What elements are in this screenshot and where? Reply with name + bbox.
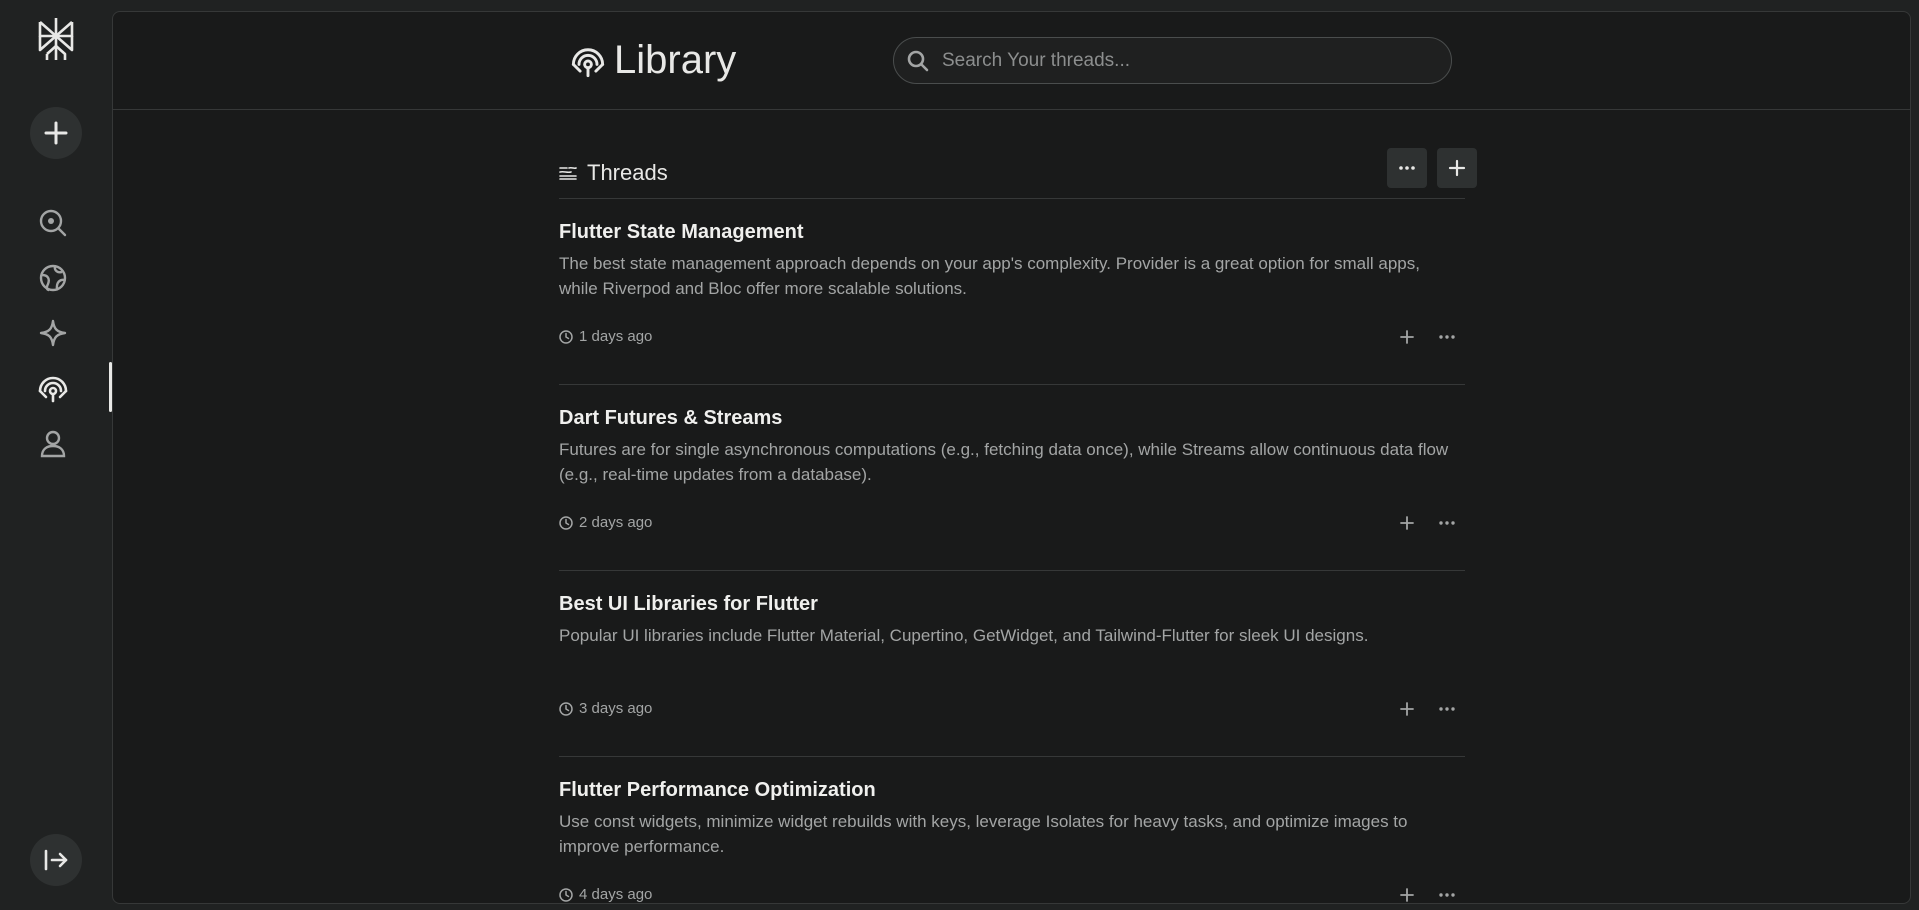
thread-add-button[interactable] [1393, 881, 1421, 903]
logo-icon[interactable] [33, 16, 79, 62]
thread-add-button[interactable] [1393, 695, 1421, 723]
thread-title[interactable]: Flutter Performance Optimization [559, 779, 876, 802]
threads-title: Threads [587, 160, 668, 185]
more-icon [1439, 893, 1455, 897]
more-icon [1439, 707, 1455, 711]
thread-timestamp: 2 days ago [559, 514, 652, 531]
search-icon [39, 209, 67, 237]
collapse-icon [44, 849, 68, 871]
threads-more-button[interactable] [1387, 148, 1427, 188]
nav-library[interactable] [37, 372, 69, 404]
search-input[interactable] [942, 49, 1422, 72]
thread-title[interactable]: Best UI Libraries for Flutter [559, 593, 818, 616]
thread-timestamp: 1 days ago [559, 328, 652, 345]
user-icon [40, 430, 66, 458]
thread-more-button[interactable] [1433, 695, 1461, 723]
thread-time-text: 3 days ago [579, 700, 653, 717]
top-bar: Library [113, 12, 1910, 110]
plus-icon [1400, 330, 1414, 344]
thread-time-text: 4 days ago [579, 886, 653, 903]
thread-time-text: 1 days ago [579, 328, 653, 345]
collapse-sidebar-button[interactable] [30, 834, 82, 886]
clock-icon [559, 701, 573, 716]
globe-icon [39, 264, 67, 292]
new-thread-button[interactable] [30, 107, 82, 159]
thread-item[interactable]: Dart Futures & Streams Futures are for s… [559, 385, 1465, 571]
clock-icon [559, 329, 573, 344]
library-icon [571, 47, 605, 77]
plus-icon [1400, 888, 1414, 902]
plus-icon [1400, 702, 1414, 716]
threads-add-button[interactable] [1437, 148, 1477, 188]
nav-profile[interactable] [37, 427, 69, 459]
threads-icon [559, 166, 577, 180]
thread-title[interactable]: Flutter State Management [559, 221, 803, 244]
library-icon [38, 376, 68, 403]
thread-timestamp: 3 days ago [559, 700, 652, 717]
sparkle-icon [39, 319, 67, 347]
sidebar [0, 0, 112, 910]
main-panel: Library Threads Flutter State [112, 11, 1911, 904]
thread-add-button[interactable] [1393, 509, 1421, 537]
search-icon [907, 50, 929, 71]
more-icon [1399, 166, 1415, 170]
thread-snippet: The best state management approach depen… [559, 254, 1420, 298]
page-title: Library [614, 38, 737, 82]
threads-header: Threads [559, 148, 1477, 199]
thread-title[interactable]: Dart Futures & Streams [559, 407, 782, 430]
nav-search[interactable] [37, 207, 69, 239]
more-icon [1439, 521, 1455, 525]
plus-icon [44, 121, 68, 145]
thread-more-button[interactable] [1433, 509, 1461, 537]
plus-icon [1400, 516, 1414, 530]
thread-snippet: Use const widgets, minimize widget rebui… [559, 812, 1408, 856]
thread-more-button[interactable] [1433, 323, 1461, 351]
thread-snippet: Popular UI libraries include Flutter Mat… [559, 626, 1369, 645]
nav-discover[interactable] [37, 262, 69, 294]
clock-icon [559, 515, 573, 530]
clock-icon [559, 887, 573, 902]
thread-add-button[interactable] [1393, 323, 1421, 351]
nav-spaces[interactable] [37, 317, 69, 349]
thread-item[interactable]: Best UI Libraries for Flutter Popular UI… [559, 571, 1465, 757]
more-icon [1439, 335, 1455, 339]
thread-more-button[interactable] [1433, 881, 1461, 903]
plus-icon [1448, 159, 1466, 177]
thread-time-text: 2 days ago [579, 514, 653, 531]
thread-item[interactable]: Flutter State Management The best state … [559, 199, 1465, 385]
search-box[interactable] [893, 37, 1452, 84]
thread-timestamp: 4 days ago [559, 886, 652, 903]
thread-item[interactable]: Flutter Performance Optimization Use con… [559, 757, 1465, 903]
thread-snippet: Futures are for single asynchronous comp… [559, 440, 1449, 484]
page-header: Library [570, 38, 736, 83]
